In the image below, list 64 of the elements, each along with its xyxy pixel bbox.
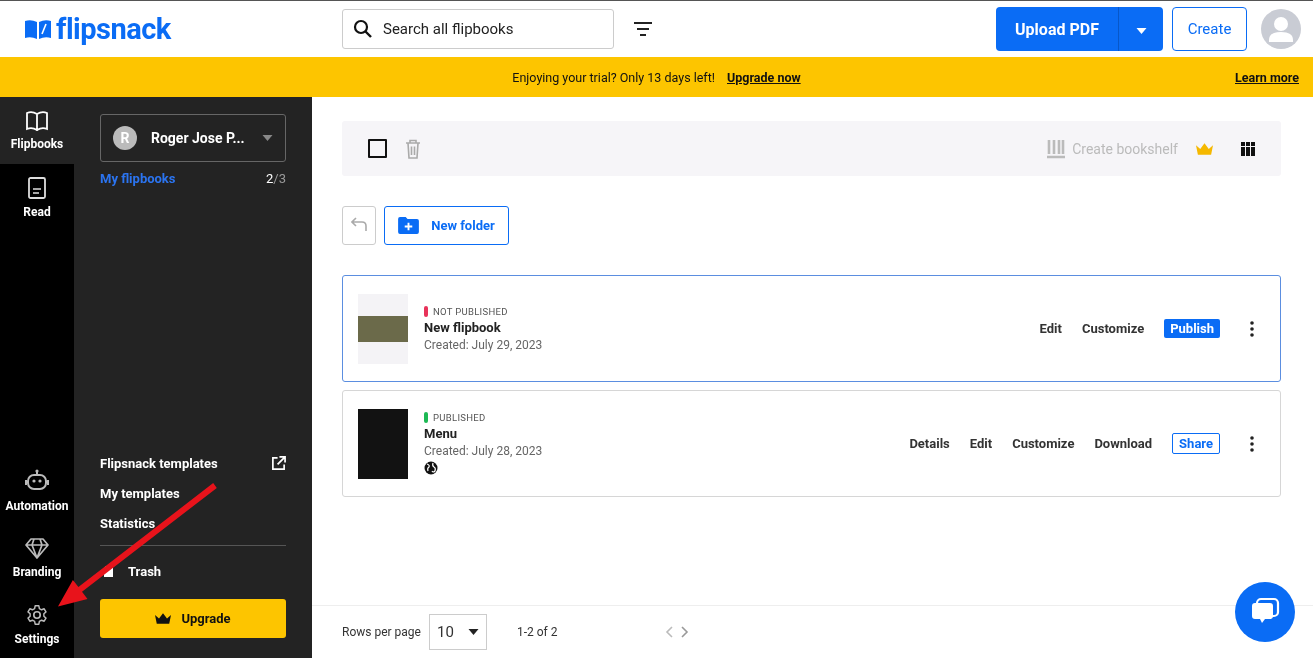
search-field[interactable]: Search all flipbooks xyxy=(342,9,614,49)
book-icon xyxy=(25,110,49,131)
add-folder-icon xyxy=(398,217,420,234)
action-button[interactable]: Share xyxy=(1172,433,1220,454)
crown-icon xyxy=(1196,142,1213,155)
create-button[interactable]: Create xyxy=(1172,7,1247,51)
robot-icon xyxy=(25,468,49,493)
cover-thumbnail xyxy=(358,408,408,479)
rail-item[interactable]: Read xyxy=(0,164,74,231)
status-label: PUBLISHED xyxy=(433,412,486,423)
filter-icon[interactable] xyxy=(634,22,652,36)
next-page-icon[interactable] xyxy=(681,626,690,638)
action-button[interactable]: Publish xyxy=(1164,319,1220,338)
upgrade-now-link[interactable]: Upgrade now xyxy=(727,69,801,85)
grid-view-icon[interactable] xyxy=(1241,141,1255,156)
action-link[interactable]: Details xyxy=(909,436,950,451)
diamond-icon xyxy=(25,536,49,559)
rail-item[interactable]: Flipbooks xyxy=(0,97,74,164)
account-avatar: R xyxy=(113,126,137,150)
action-link[interactable]: Customize xyxy=(1012,436,1075,451)
caret-icon xyxy=(1135,27,1147,34)
rail-item[interactable]: Branding xyxy=(0,524,74,591)
back-arrow-icon xyxy=(351,217,367,231)
upgrade-button[interactable]: Upgrade xyxy=(100,599,286,638)
more-options-icon[interactable] xyxy=(1250,435,1254,452)
action-link[interactable]: Edit xyxy=(969,436,993,451)
action-link[interactable]: Download xyxy=(1094,436,1153,451)
upload-pdf-button[interactable]: Upload PDF xyxy=(996,7,1118,51)
account-selector[interactable]: R Roger Jose P... xyxy=(100,114,286,162)
learn-more-link[interactable]: Learn more xyxy=(1235,69,1299,85)
panel-link[interactable]: Statistics xyxy=(100,516,286,531)
book-logo-icon xyxy=(24,18,52,40)
search-icon xyxy=(353,19,373,39)
rail-item[interactable]: Automation xyxy=(0,457,74,524)
panel-link[interactable]: Flipsnack templates xyxy=(100,456,286,471)
status-label: NOT PUBLISHED xyxy=(433,305,508,317)
select-all-checkbox[interactable] xyxy=(368,139,387,158)
flipbook-title: New flipbook xyxy=(424,319,502,335)
panel-link[interactable]: My templates xyxy=(100,486,286,501)
created-date: Created: July 29, 2023 xyxy=(424,337,543,352)
new-folder-button[interactable]: New folder xyxy=(384,206,509,245)
rail-item[interactable]: Settings xyxy=(0,591,74,658)
flipbook-card[interactable]: PUBLISHED Menu Created: July 28, 2023 Details Edit Customize Download Share xyxy=(342,390,1281,497)
action-link[interactable]: Customize xyxy=(1081,321,1145,336)
flipbook-title: Menu xyxy=(424,426,458,441)
rows-per-page-label: Rows per page xyxy=(342,625,421,639)
created-date: Created: July 28, 2023 xyxy=(424,444,543,458)
page-range: 1-2 of 2 xyxy=(516,625,558,639)
action-link[interactable]: Edit xyxy=(1039,321,1062,336)
cover-thumbnail xyxy=(358,293,408,364)
rows-per-page-select[interactable]: 10 xyxy=(428,614,487,650)
trash-link[interactable]: Trash xyxy=(128,564,162,579)
settings-icon xyxy=(26,603,48,626)
caret-icon xyxy=(262,135,273,141)
my-flipbooks-link[interactable]: My flipbooks xyxy=(100,171,176,186)
flipbook-count: 2/3 xyxy=(266,171,286,186)
bookshelf-icon xyxy=(1046,138,1067,159)
caret-icon xyxy=(467,629,479,635)
more-options-icon[interactable] xyxy=(1250,320,1254,337)
trial-message: Enjoying your trial? Only 13 days left! xyxy=(512,69,715,85)
flipsnack-logo[interactable]: flipsnack xyxy=(24,12,342,46)
flipbook-card[interactable]: NOT PUBLISHED New flipbook Created: July 29, 2023 Edit Customize Publish xyxy=(342,275,1281,382)
crown-icon xyxy=(155,613,172,624)
document-icon xyxy=(28,176,46,199)
